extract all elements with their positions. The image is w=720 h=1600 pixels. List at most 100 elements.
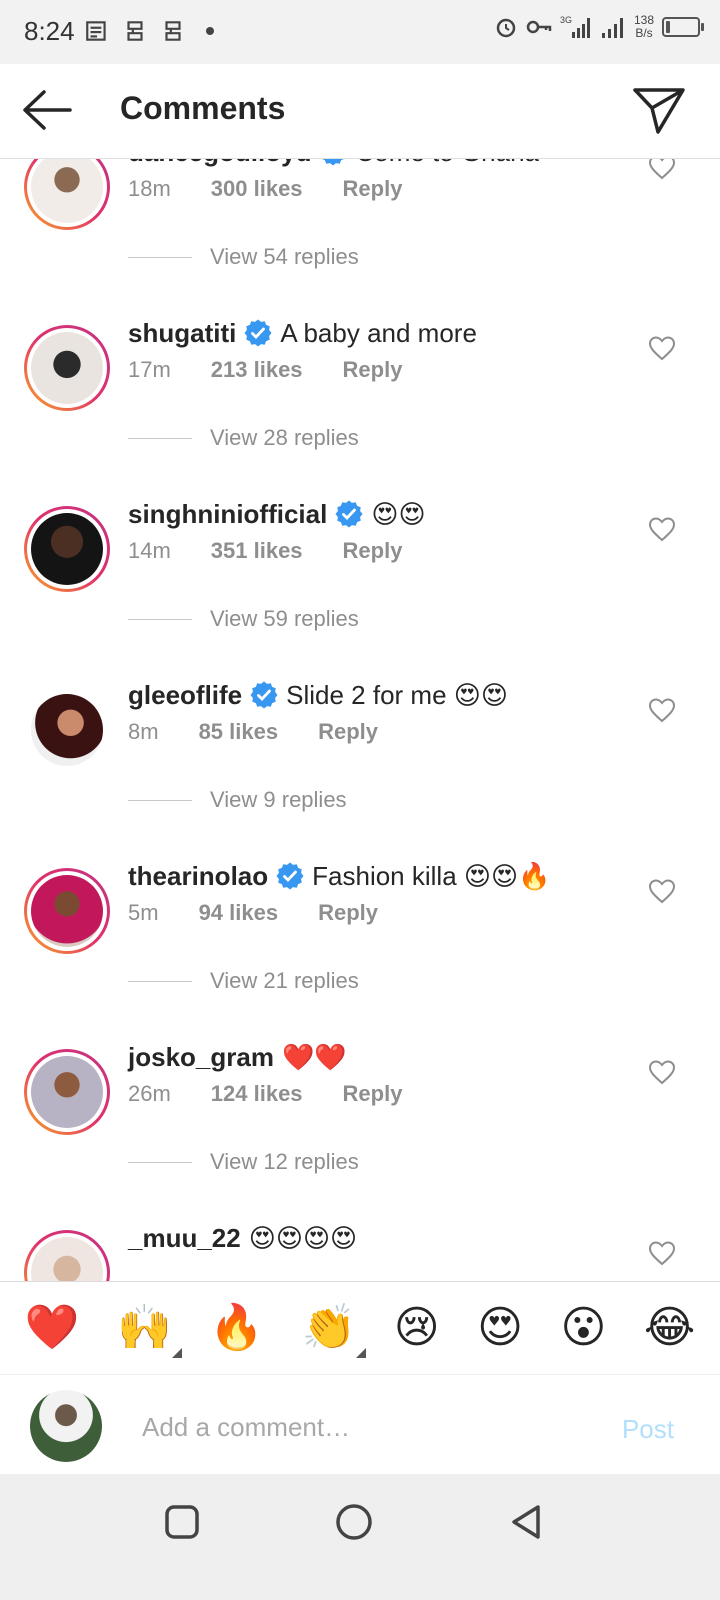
app-notification-icon <box>127 21 143 41</box>
avatar[interactable] <box>24 1049 110 1135</box>
avatar-image <box>31 694 103 766</box>
like-heart-icon[interactable] <box>648 516 676 542</box>
comment-username[interactable]: thearinolao <box>128 861 268 892</box>
view-replies-button[interactable]: View 28 replies <box>128 425 359 451</box>
page-title: Comments <box>120 90 286 126</box>
raised-hands-emoji-button[interactable]: 🙌 <box>117 1306 182 1358</box>
view-replies-label: View 28 replies <box>210 425 359 450</box>
view-replies-label: View 9 replies <box>210 787 347 812</box>
view-replies-label: View 59 replies <box>210 606 359 631</box>
post-button[interactable]: Post <box>622 1414 674 1445</box>
comment-content: _muu_22 😍😍😍😍 <box>128 1216 357 1260</box>
like-heart-icon[interactable] <box>648 878 676 904</box>
comment-meta: 8m 85 likes Reply <box>128 719 418 745</box>
send-icon[interactable] <box>632 86 686 136</box>
verified-badge-icon <box>250 681 278 709</box>
avatar[interactable] <box>24 506 110 592</box>
like-heart-icon[interactable] <box>648 158 676 180</box>
comment-text: Fashion killa 😍😍🔥 <box>312 860 551 891</box>
skin-tone-indicator-icon <box>171 1348 182 1358</box>
avatar[interactable] <box>24 687 110 773</box>
comment-time: 17m <box>128 357 171 382</box>
avatar-image <box>31 158 103 223</box>
comment-meta: 26m 124 likes Reply <box>128 1081 442 1107</box>
view-replies-button[interactable]: View 12 replies <box>128 1149 359 1175</box>
like-heart-icon[interactable] <box>648 335 676 361</box>
heart-emoji-button[interactable]: ❤️ <box>25 1306 80 1350</box>
comment-row[interactable]: singhniniofficial 😍😍 14m 351 likes Reply View… <box>0 498 720 683</box>
reply-button[interactable]: Reply <box>343 538 403 564</box>
comment-text: Slide 2 for me 😍😍 <box>286 679 508 710</box>
laughing-emoji-button[interactable]: 😂 <box>644 1306 695 1350</box>
avatar-frame <box>27 871 107 951</box>
back-arrow-icon[interactable] <box>20 88 72 132</box>
comment-input[interactable] <box>140 1406 584 1448</box>
divider <box>128 980 192 982</box>
reply-button[interactable]: Reply <box>318 719 378 745</box>
reply-button[interactable]: Reply <box>343 357 403 383</box>
reply-button[interactable]: Reply <box>318 900 378 926</box>
back-triangle-icon[interactable] <box>506 1502 546 1542</box>
view-replies-button[interactable]: View 54 replies <box>128 244 359 270</box>
comment-username[interactable]: dancegodlloyd <box>128 158 311 168</box>
comment-username[interactable]: singhniniofficial <box>128 499 327 530</box>
clap-emoji-button[interactable]: 👏 <box>302 1306 367 1358</box>
avatar-frame <box>27 509 107 589</box>
crying-emoji-button[interactable]: 😢 <box>394 1306 440 1350</box>
vpn-key-icon <box>526 20 552 34</box>
comment-likes[interactable]: 351 likes <box>211 538 303 564</box>
avatar[interactable] <box>24 868 110 954</box>
reply-button[interactable]: Reply <box>343 1081 403 1107</box>
recents-icon[interactable] <box>162 1502 202 1542</box>
comment-likes[interactable]: 85 likes <box>199 719 279 745</box>
network-speed: 138 B/s <box>633 13 654 40</box>
header: Comments <box>0 64 720 159</box>
comment-content: dancegodlloyd Come to Ghana <box>128 158 539 174</box>
avatar-image <box>31 1056 103 1128</box>
heart-eyes-emoji-button[interactable]: 😍 <box>477 1306 523 1350</box>
view-replies-button[interactable]: View 9 replies <box>128 787 347 813</box>
avatar-frame <box>27 328 107 408</box>
comment-likes[interactable]: 213 likes <box>211 357 303 383</box>
comment-meta: 5m 94 likes Reply <box>128 900 418 926</box>
comment-row[interactable]: gleeoflife Slide 2 for me 😍😍 8m 85 likes Rep… <box>0 679 720 864</box>
battery-level <box>666 21 670 33</box>
comment-row[interactable]: thearinolao Fashion killa 😍😍🔥 5m 94 likes Re… <box>0 860 720 1045</box>
avatar[interactable] <box>24 158 110 230</box>
like-heart-icon[interactable] <box>648 1059 676 1085</box>
comment-text: 😍😍 <box>371 498 426 529</box>
comment-row[interactable]: dancegodlloyd Come to Ghana 18m 300 likes Re… <box>0 158 720 321</box>
comment-meta: 17m 213 likes Reply <box>128 357 442 383</box>
comment-time: 5m <box>128 900 159 925</box>
fire-emoji-button[interactable]: 🔥 <box>209 1306 264 1350</box>
status-time: 8:24 <box>24 16 75 46</box>
system-nav-bar <box>0 1474 720 1600</box>
comment-likes[interactable]: 94 likes <box>199 900 279 926</box>
like-heart-icon[interactable] <box>648 697 676 723</box>
surprised-emoji-button[interactable]: 😮 <box>560 1306 606 1350</box>
avatar-frame <box>27 158 107 227</box>
app-notification-icon <box>165 21 181 41</box>
view-replies-button[interactable]: View 21 replies <box>128 968 359 994</box>
comment-content: thearinolao Fashion killa 😍😍🔥 <box>128 854 550 898</box>
comment-username[interactable]: gleeoflife <box>128 680 242 711</box>
like-heart-icon[interactable] <box>648 1240 676 1266</box>
comment-username[interactable]: _muu_22 <box>128 1223 241 1254</box>
avatar-frame <box>27 690 107 770</box>
divider <box>128 618 192 620</box>
comment-likes[interactable]: 124 likes <box>211 1081 303 1107</box>
verified-badge-icon <box>335 500 363 528</box>
comment-row[interactable]: josko_gram ❤️❤️ 26m 124 likes Reply View 12 r… <box>0 1041 720 1226</box>
view-replies-button[interactable]: View 59 replies <box>128 606 359 632</box>
comments-list[interactable]: dancegodlloyd Come to Ghana 18m 300 likes Re… <box>0 158 720 1306</box>
comment-likes[interactable]: 300 likes <box>211 176 303 202</box>
avatar[interactable] <box>24 325 110 411</box>
comment-row[interactable]: shugatiti A baby and more 17m 213 likes Repl… <box>0 317 720 502</box>
avatar-image <box>31 513 103 585</box>
news-icon <box>86 21 106 41</box>
verified-badge-icon <box>244 319 272 347</box>
home-icon[interactable] <box>334 1502 374 1542</box>
comment-username[interactable]: shugatiti <box>128 318 236 349</box>
comment-username[interactable]: josko_gram <box>128 1042 274 1073</box>
reply-button[interactable]: Reply <box>343 176 403 202</box>
